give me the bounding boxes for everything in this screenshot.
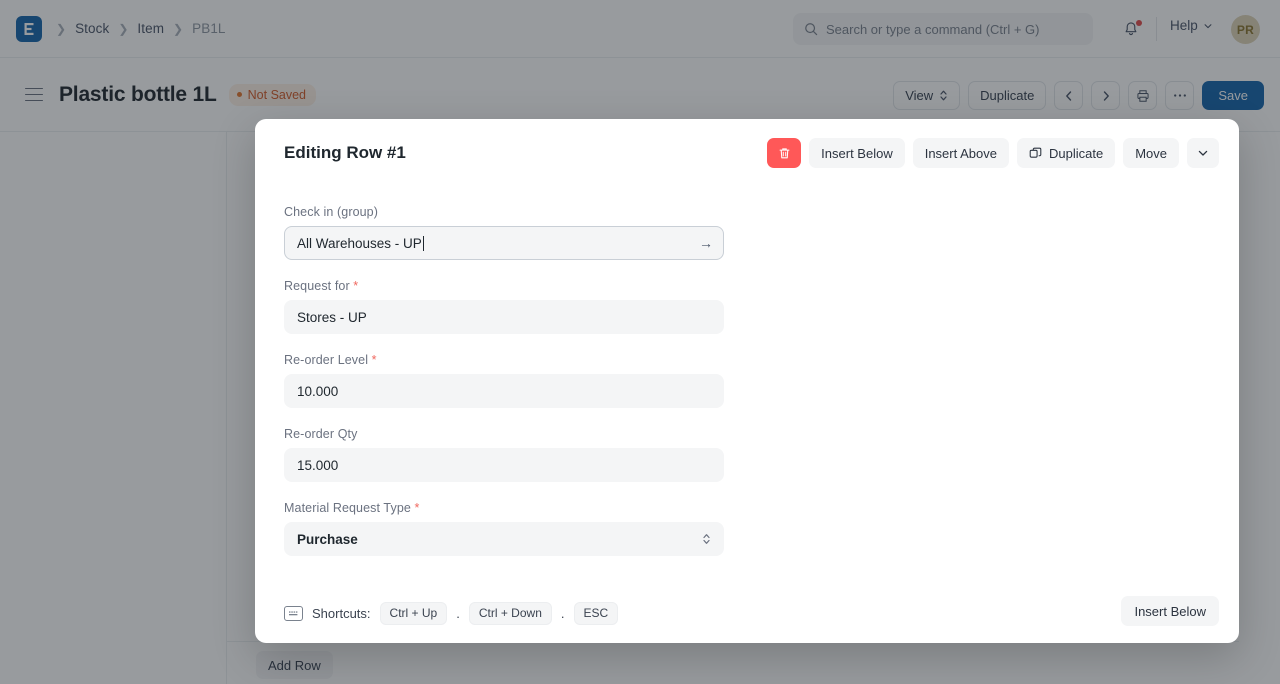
app-root: ❯ Stock ❯ Item ❯ PB1L Search or type a c… [0, 0, 1280, 684]
field-label: Request for * [284, 279, 724, 293]
footer-insert-below-button[interactable]: Insert Below [1121, 596, 1219, 626]
keyboard-icon [284, 606, 303, 621]
copy-icon [1029, 147, 1042, 158]
shortcut-separator: . [560, 606, 565, 621]
reorder-qty-value: 15.000 [297, 457, 339, 473]
shortcut-key-esc: ESC [573, 602, 619, 625]
duplicate-row-button[interactable]: Duplicate [1017, 138, 1116, 168]
shortcuts-label: Shortcuts: [312, 606, 371, 621]
field-label-text: Re-order Level [284, 353, 369, 367]
field-material-request-type: Material Request Type * Purchase [284, 501, 724, 556]
chevron-down-icon [1198, 150, 1208, 156]
move-row-button[interactable]: Move [1123, 138, 1179, 168]
field-request-for: Request for * Stores - UP [284, 279, 724, 334]
check-in-group-value: All Warehouses - UP [297, 235, 422, 251]
field-label: Material Request Type * [284, 501, 724, 515]
required-asterisk: * [414, 501, 420, 515]
field-label-text: Check in (group) [284, 205, 379, 219]
modal-title: Editing Row #1 [284, 143, 406, 162]
text-cursor [422, 235, 424, 251]
reorder-level-value: 10.000 [297, 383, 339, 399]
shortcut-separator: . [456, 606, 460, 621]
reorder-qty-input[interactable]: 15.000 [284, 448, 724, 482]
shortcuts-hint: Shortcuts: Ctrl + Up . Ctrl + Down . ESC [284, 602, 619, 625]
field-check-in-group: Check in (group) All Warehouses - UP → [284, 205, 724, 260]
chevron-up-down-icon [702, 533, 711, 546]
insert-above-button[interactable]: Insert Above [912, 138, 1009, 168]
request-for-input[interactable]: Stores - UP [284, 300, 724, 334]
field-reorder-qty: Re-order Qty 15.000 [284, 427, 724, 482]
field-label-text: Re-order Qty [284, 427, 358, 441]
check-in-group-input[interactable]: All Warehouses - UP → [284, 226, 724, 260]
trash-icon [779, 147, 790, 158]
edit-row-modal: Editing Row #1 Insert Below Insert Above [255, 119, 1239, 643]
row-actions-toolbar: Insert Below Insert Above Duplicate Move [767, 138, 1219, 168]
modal-footer: Shortcuts: Ctrl + Up . Ctrl + Down . ESC… [255, 581, 1239, 643]
insert-below-button[interactable]: Insert Below [809, 138, 905, 168]
request-for-value: Stores - UP [297, 309, 367, 325]
material-request-type-select[interactable]: Purchase [284, 522, 724, 556]
delete-row-button[interactable] [767, 138, 802, 168]
required-asterisk: * [371, 353, 377, 367]
field-label: Check in (group) [284, 205, 724, 219]
field-label: Re-order Qty [284, 427, 724, 441]
material-request-type-value: Purchase [297, 531, 358, 547]
modal-header: Editing Row #1 Insert Below Insert Above [255, 119, 1239, 191]
field-label-text: Material Request Type [284, 501, 411, 515]
arrow-right-icon[interactable]: → [699, 236, 713, 250]
shortcut-key-ctrl-down: Ctrl + Down [468, 602, 552, 625]
field-label-text: Request for [284, 279, 350, 293]
field-reorder-level: Re-order Level * 10.000 [284, 353, 724, 408]
shortcut-key-ctrl-up: Ctrl + Up [379, 602, 448, 625]
collapse-row-button[interactable] [1187, 138, 1219, 168]
field-label: Re-order Level * [284, 353, 724, 367]
duplicate-row-label: Duplicate [1049, 145, 1104, 161]
reorder-level-input[interactable]: 10.000 [284, 374, 724, 408]
edit-row-form: Check in (group) All Warehouses - UP → R… [284, 205, 724, 575]
required-asterisk: * [353, 279, 359, 293]
